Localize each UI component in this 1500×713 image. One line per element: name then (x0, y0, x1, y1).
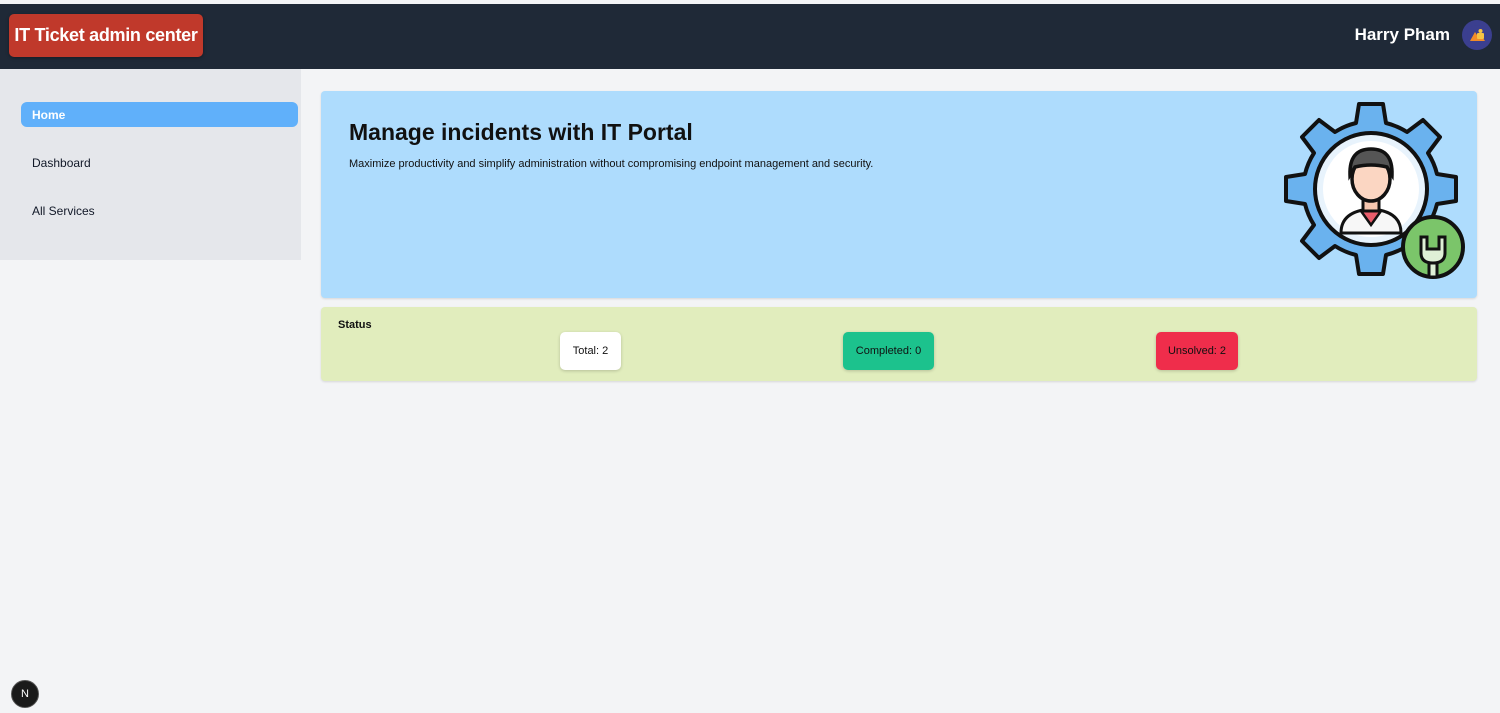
sidebar-item-dashboard[interactable]: Dashboard (21, 150, 298, 175)
user-name[interactable]: Harry Pham (1355, 25, 1450, 45)
total-badge[interactable]: Total: 2 (560, 332, 621, 370)
completed-badge[interactable]: Completed: 0 (843, 332, 934, 370)
hero-title: Manage incidents with IT Portal (349, 119, 693, 145)
sidebar-item-home[interactable]: Home (21, 102, 298, 127)
user-menu[interactable]: Harry Pham (1355, 18, 1492, 52)
hero-subtitle: Maximize productivity and simplify admin… (349, 158, 874, 170)
sidebar-item-all-services[interactable]: All Services (21, 198, 298, 223)
dev-tools-badge[interactable]: N (11, 680, 39, 708)
sidebar: Home Dashboard All Services (0, 69, 301, 260)
gear-support-agent-icon (1276, 100, 1466, 290)
status-panel: Status Total: 2 Completed: 0 Unsolved: 2 (321, 307, 1477, 381)
status-title: Status (338, 319, 372, 331)
user-avatar-icon[interactable] (1462, 20, 1492, 50)
brand-title[interactable]: IT Ticket admin center (9, 14, 203, 57)
hero-banner: Manage incidents with IT Portal Maximize… (321, 91, 1477, 298)
unsolved-badge[interactable]: Unsolved: 2 (1156, 332, 1238, 370)
top-bar: IT Ticket admin center Harry Pham (0, 4, 1500, 69)
